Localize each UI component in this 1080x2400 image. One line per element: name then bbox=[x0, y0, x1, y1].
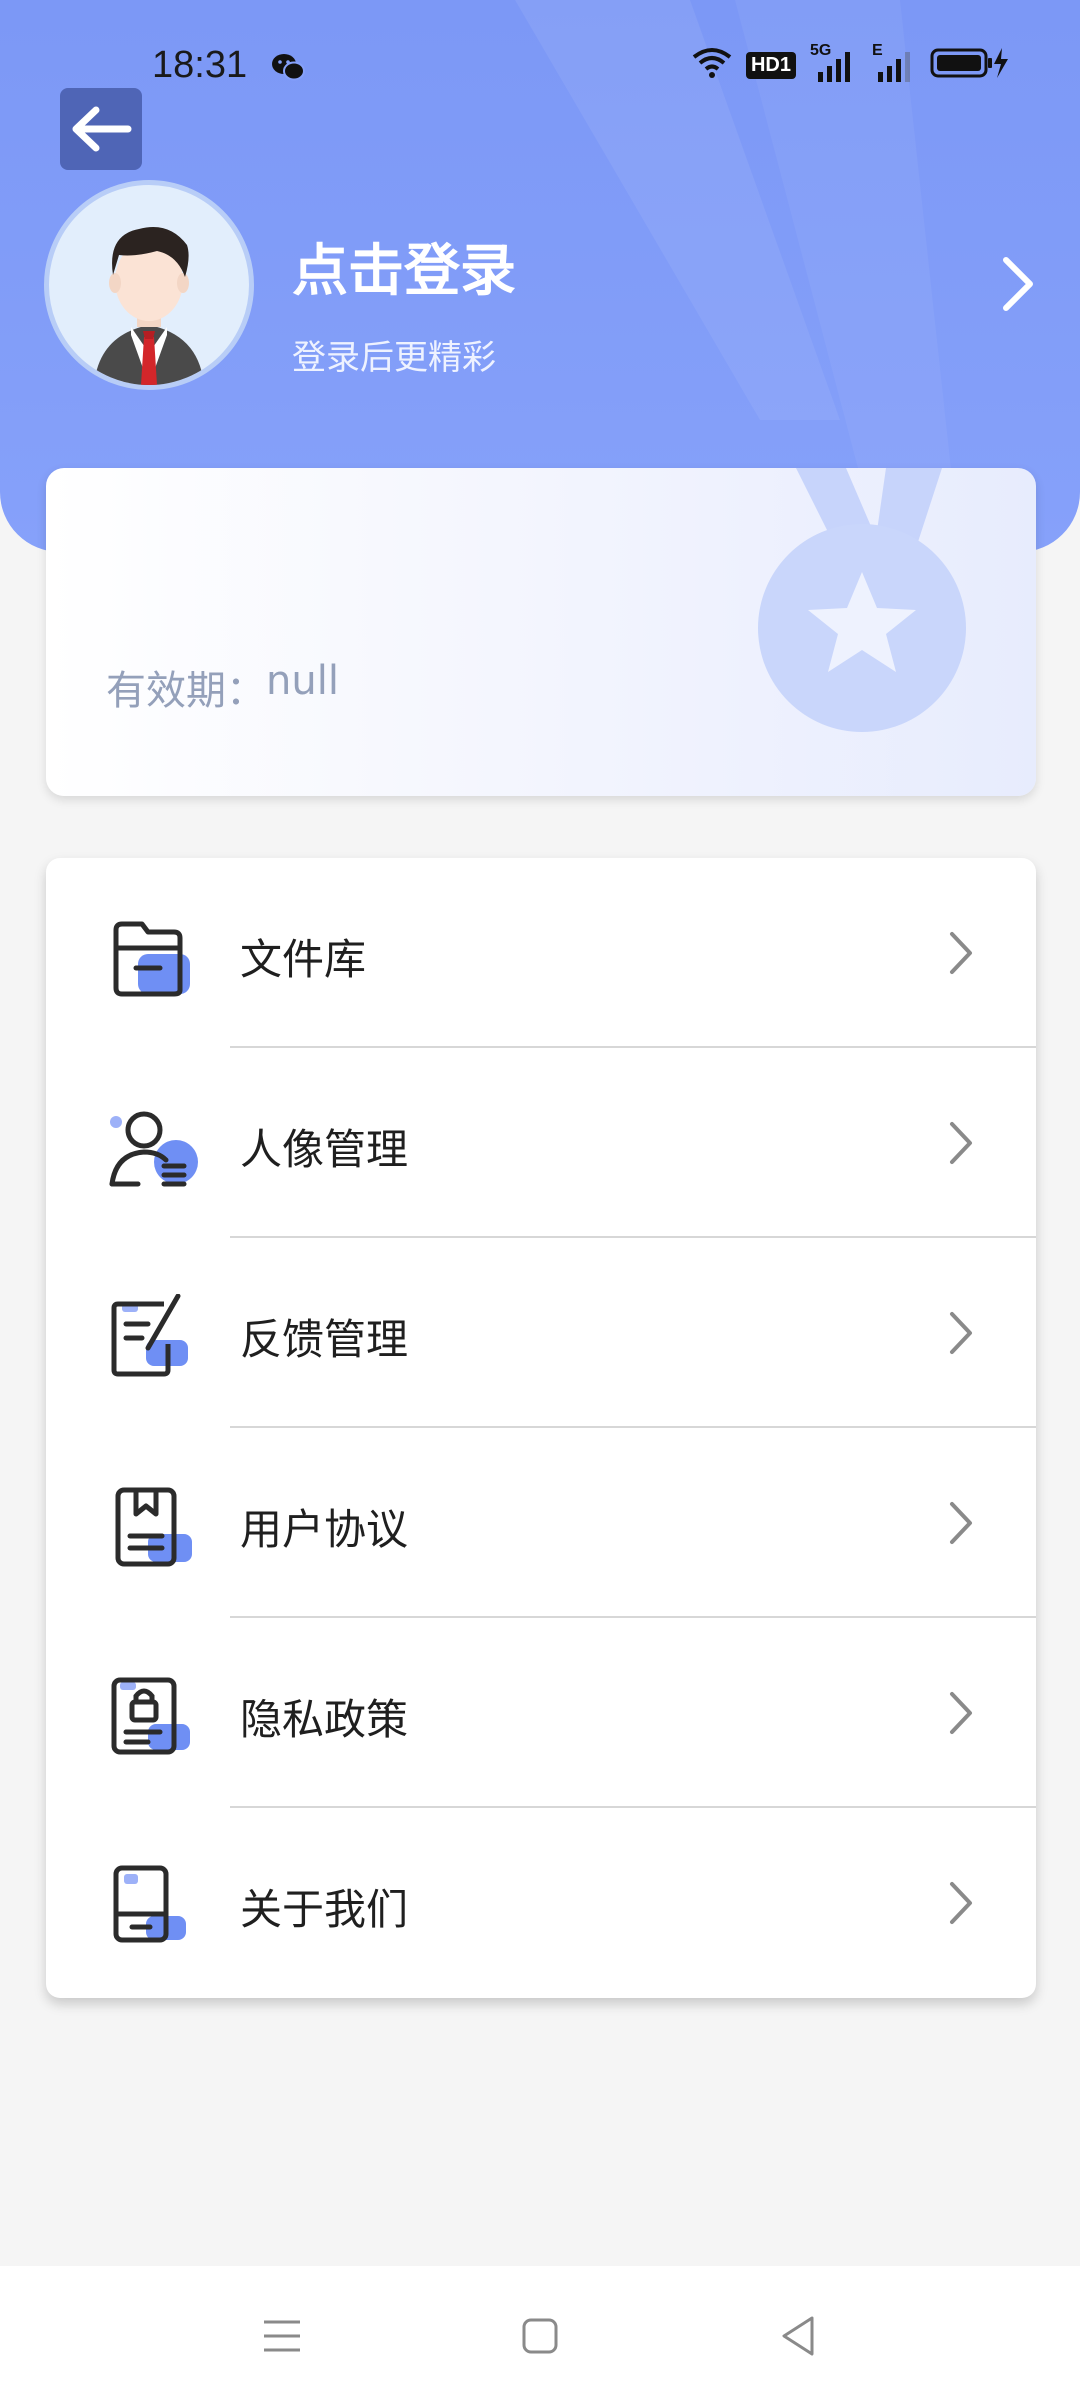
back-button[interactable] bbox=[60, 88, 142, 170]
chevron-right-icon bbox=[946, 1500, 976, 1550]
medal-icon bbox=[758, 468, 966, 732]
about-icon bbox=[108, 1864, 204, 1954]
status-indicators: HD1 5G E bbox=[692, 42, 1010, 84]
menu-item-about-us[interactable]: 关于我们 bbox=[46, 1808, 1036, 1998]
menu-item-portrait-management[interactable]: 人像管理 bbox=[46, 1048, 1036, 1238]
menu-icon bbox=[264, 2320, 300, 2352]
folder-icon bbox=[108, 914, 204, 1004]
wifi-icon bbox=[692, 47, 732, 83]
chevron-right-icon bbox=[946, 1120, 976, 1170]
chevron-right-icon bbox=[946, 1690, 976, 1740]
user-manage-icon bbox=[108, 1104, 204, 1194]
membership-card: 有效期： null bbox=[46, 468, 1036, 796]
agreement-icon bbox=[108, 1484, 204, 1574]
battery-icon bbox=[930, 46, 1010, 84]
menu-item-label: 人像管理 bbox=[240, 1125, 409, 1174]
menu-item-label: 隐私政策 bbox=[240, 1695, 409, 1744]
arrow-left-icon bbox=[72, 106, 132, 152]
menu-item-label: 关于我们 bbox=[240, 1885, 409, 1934]
avatar[interactable] bbox=[44, 180, 254, 390]
chevron-right-icon bbox=[946, 930, 976, 980]
menu-item-privacy-policy[interactable]: 隐私政策 bbox=[46, 1618, 1036, 1808]
validity-value: null bbox=[266, 658, 339, 704]
login-subtitle: 登录后更精彩 bbox=[292, 338, 496, 378]
home-nav-button[interactable] bbox=[510, 2306, 570, 2366]
validity-row: 有效期： null bbox=[106, 658, 339, 716]
wechat-icon bbox=[270, 52, 306, 86]
menu-item-user-agreement[interactable]: 用户协议 bbox=[46, 1428, 1036, 1618]
validity-label: 有效期： bbox=[106, 668, 266, 714]
back-nav-button[interactable] bbox=[768, 2306, 828, 2366]
chevron-right-icon bbox=[946, 1310, 976, 1360]
menu-item-label: 反馈管理 bbox=[240, 1315, 409, 1364]
status-bar: 18:31 HD1 5G E bbox=[0, 0, 1080, 140]
signal-e-icon: E bbox=[870, 42, 916, 82]
menu-item-feedback-management[interactable]: 反馈管理 bbox=[46, 1238, 1036, 1428]
back-triangle-icon bbox=[782, 2316, 814, 2356]
home-square-icon bbox=[522, 2318, 558, 2354]
privacy-icon bbox=[108, 1674, 204, 1764]
feedback-icon bbox=[108, 1293, 204, 1384]
menu-nav-button[interactable] bbox=[252, 2306, 312, 2366]
chevron-right-icon bbox=[946, 1880, 976, 1930]
status-time: 18:31 bbox=[152, 44, 248, 86]
hd-badge: HD1 bbox=[745, 51, 796, 79]
menu-item-file-library[interactable]: 文件库 bbox=[46, 858, 1036, 1048]
chevron-right-icon[interactable] bbox=[998, 256, 1038, 316]
login-title[interactable]: 点击登录 bbox=[292, 226, 516, 307]
avatar-illustration bbox=[94, 227, 204, 385]
menu-item-label: 用户协议 bbox=[240, 1505, 409, 1554]
menu-item-label: 文件库 bbox=[240, 935, 367, 984]
system-navigation-bar bbox=[0, 2266, 1080, 2400]
menu-list: 文件库 人像管理 反馈管理 用户协议 隐私政策 关于我们 bbox=[46, 858, 1036, 1998]
signal-5g-icon: 5G bbox=[810, 42, 856, 82]
